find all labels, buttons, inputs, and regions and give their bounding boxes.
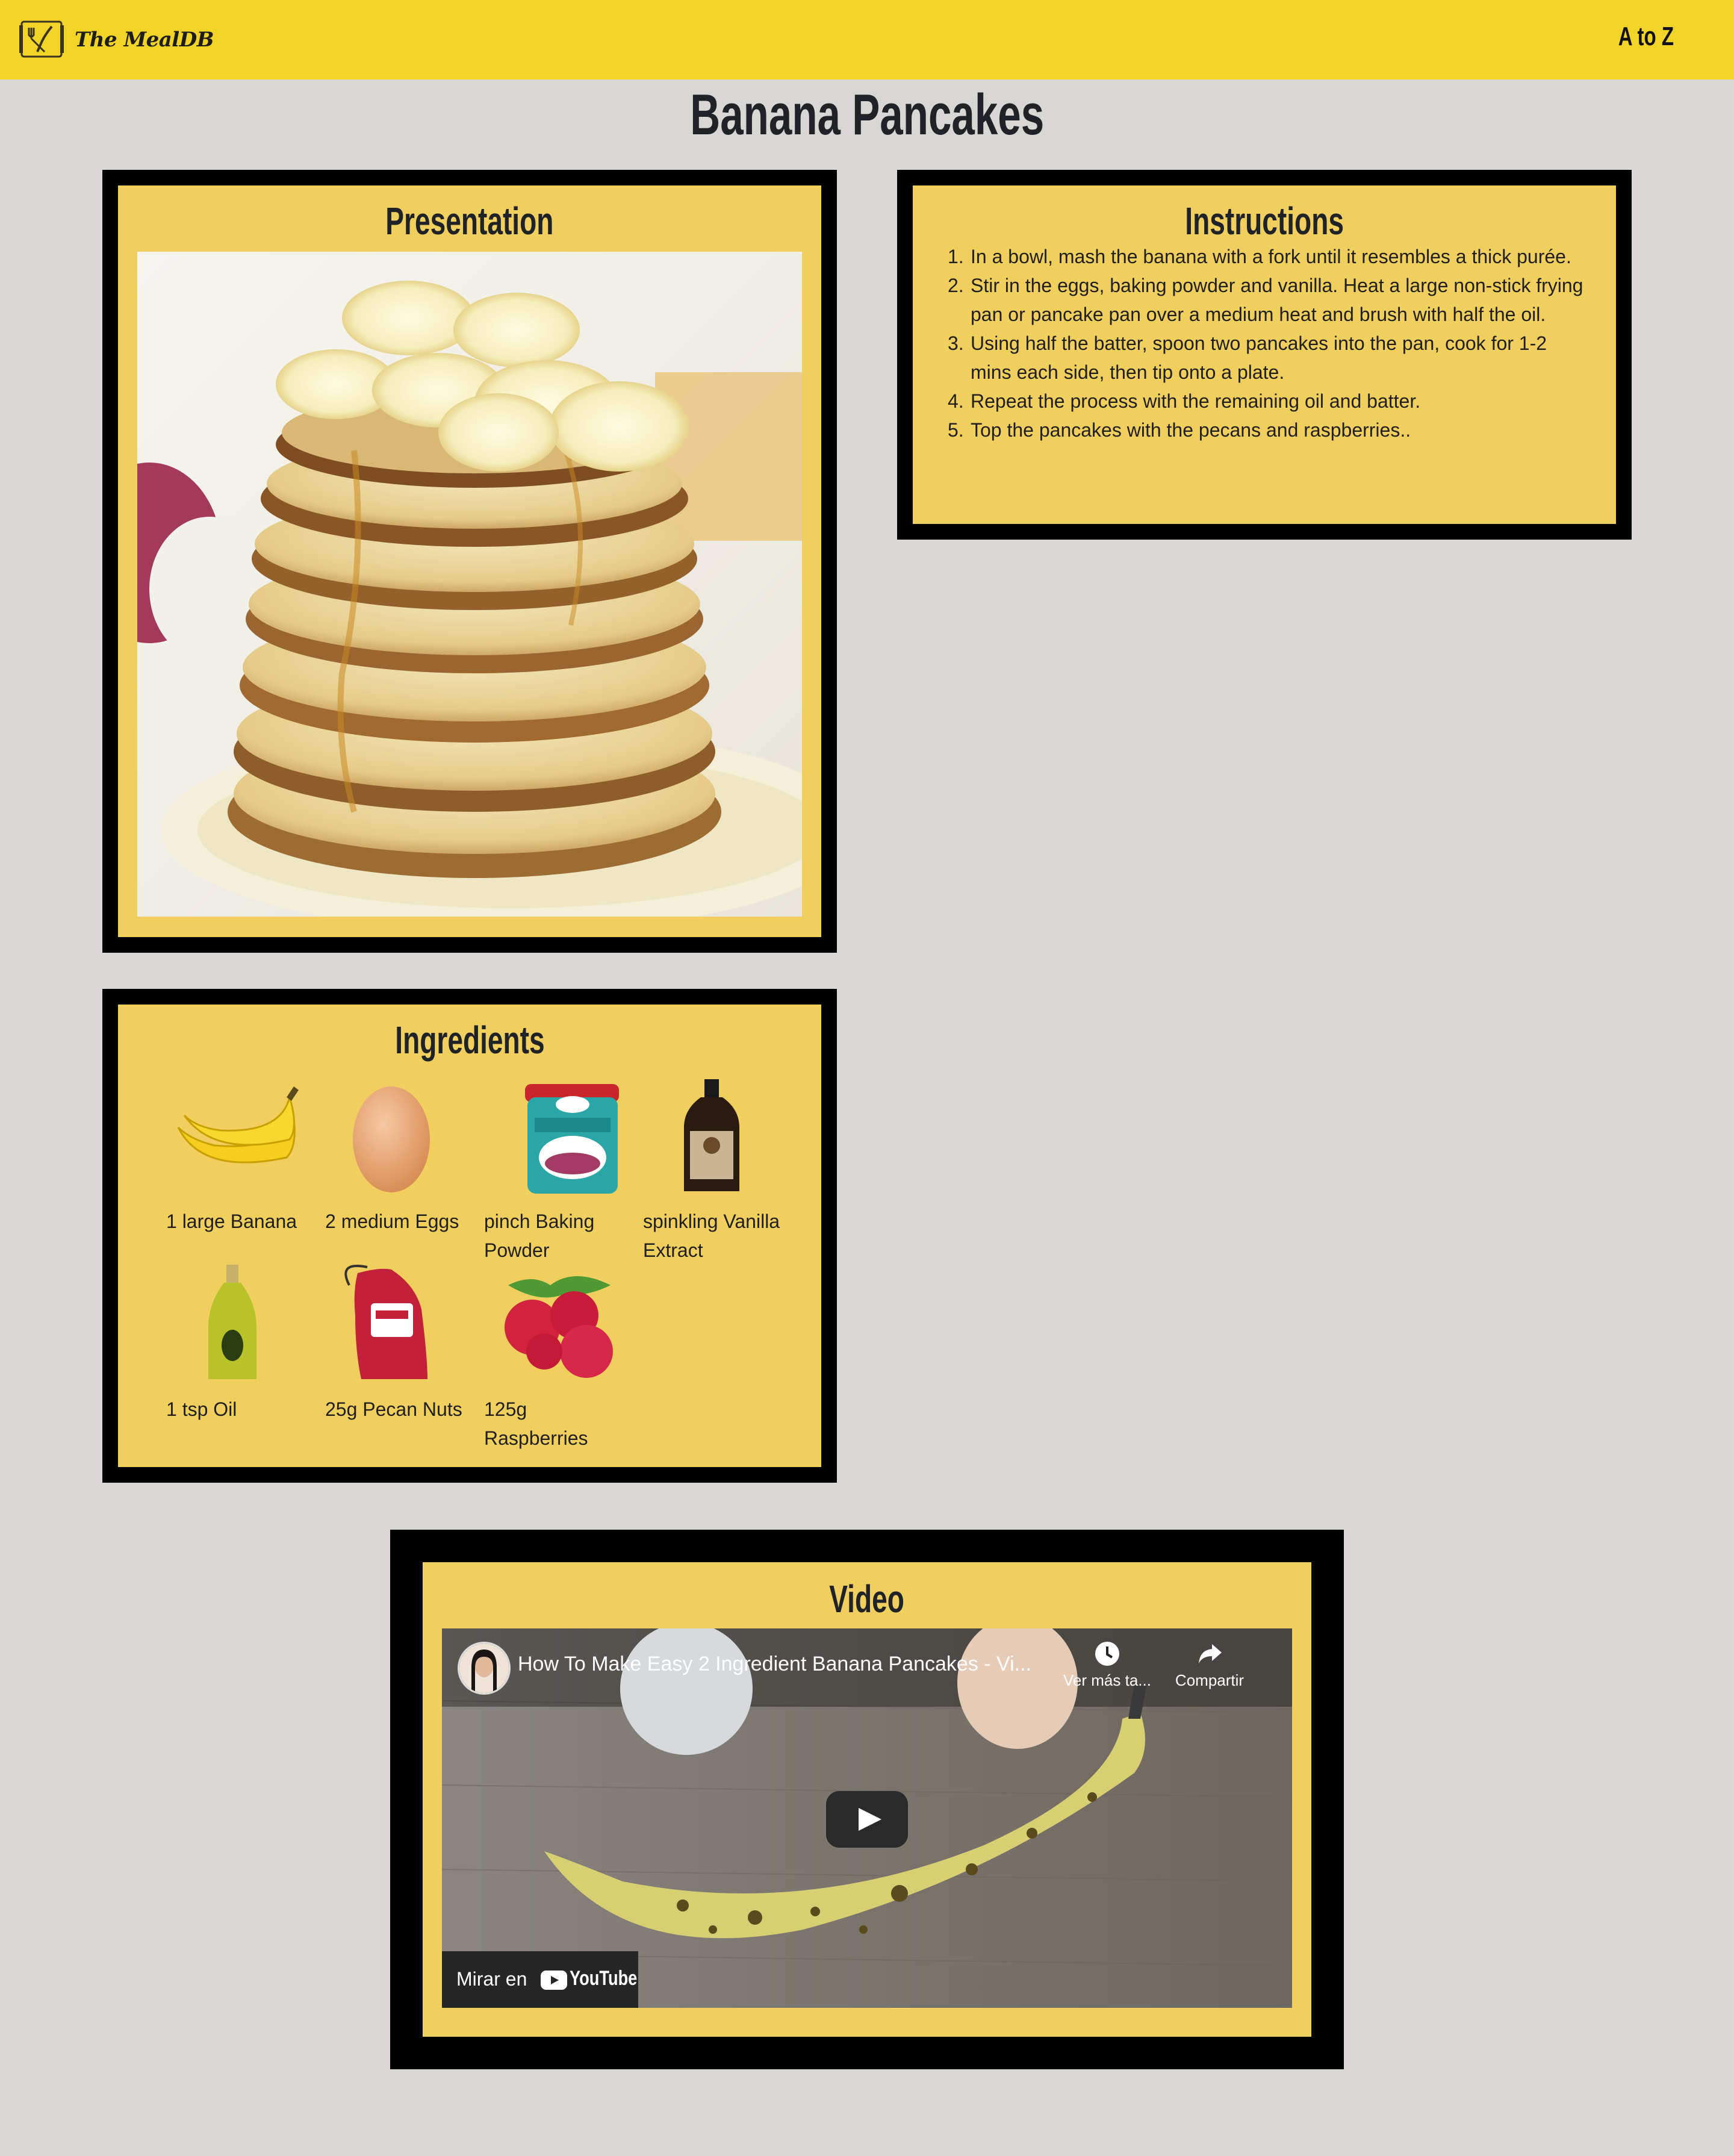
- ingredient-label: 125g Raspberries: [484, 1398, 588, 1449]
- step-number: 3.: [948, 332, 964, 354]
- youtube-embed[interactable]: How To Make Easy 2 Ingredient Banana Pan…: [442, 1628, 1292, 2008]
- logo-text[interactable]: The MealDB: [75, 28, 214, 52]
- ingredients-card-body: Ingredients 1 large Banana 2 medium Eggs: [118, 1005, 821, 1467]
- raspberries-icon: [484, 1261, 629, 1388]
- step-text: In a bowl, mash the banana with a fork u…: [971, 246, 1571, 267]
- youtube-wordmark: YouTube: [570, 1967, 638, 1990]
- oil-bottle-icon: [166, 1261, 311, 1388]
- step-number: 5.: [948, 419, 964, 441]
- instruction-step: 3. Using half the batter, spoon two panca…: [948, 329, 1586, 387]
- nav-a-to-z-link[interactable]: A to Z: [1618, 22, 1674, 52]
- dish-image: [137, 252, 802, 917]
- youtube-logo-icon: [541, 1971, 567, 1990]
- instructions-list: 1. In a bowl, mash the banana with a fork…: [948, 242, 1586, 444]
- clock-icon: [1095, 1642, 1119, 1666]
- ingredients-heading: Ingredients: [118, 1018, 821, 1062]
- step-number: 2.: [948, 275, 964, 296]
- instruction-step: 4. Repeat the process with the remaining …: [948, 387, 1586, 416]
- step-text: Repeat the process with the remaining oi…: [971, 390, 1421, 412]
- banana-icon: [166, 1073, 311, 1200]
- instructions-card: Instructions 1. In a bowl, mash the banan…: [897, 170, 1632, 540]
- video-card: Video How To Make Easy 2 Ingredient Bana…: [390, 1530, 1344, 2069]
- channel-avatar[interactable]: [458, 1642, 511, 1695]
- watch-later-button[interactable]: Ver más ta...: [1062, 1640, 1152, 1690]
- step-text: Using half the batter, spoon two pancake…: [971, 332, 1547, 383]
- share-label: Compartir: [1175, 1671, 1245, 1689]
- ingredient-label: 25g Pecan Nuts: [325, 1398, 462, 1420]
- share-button[interactable]: Compartir: [1164, 1640, 1255, 1690]
- page-title-text: Banana Pancakes: [690, 83, 1044, 147]
- video-card-body: Video How To Make Easy 2 Ingredient Bana…: [423, 1562, 1311, 2037]
- play-button[interactable]: [826, 1791, 908, 1848]
- step-number: 4.: [948, 390, 964, 412]
- video-heading-text: Video: [829, 1577, 905, 1621]
- video-title[interactable]: How To Make Easy 2 Ingredient Banana Pan…: [518, 1653, 1031, 1676]
- step-number: 1.: [948, 246, 964, 267]
- instruction-step: 5. Top the pancakes with the pecans and r…: [948, 416, 1586, 444]
- ingredients-heading-text: Ingredients: [394, 1018, 545, 1062]
- ingredient-label: 1 tsp Oil: [166, 1398, 237, 1420]
- instruction-step: 2. Stir in the eggs, baking powder and va…: [948, 271, 1586, 329]
- top-navbar: The MealDB A to Z: [0, 0, 1734, 79]
- instructions-card-body: Instructions 1. In a bowl, mash the banan…: [913, 185, 1616, 524]
- ingredient-label: 1 large Banana: [166, 1210, 297, 1232]
- share-icon: [1199, 1644, 1222, 1663]
- egg-icon: [325, 1073, 470, 1200]
- ingredient-label: 2 medium Eggs: [325, 1210, 459, 1232]
- watch-on-youtube-button[interactable]: Mirar en YouTube: [442, 1951, 638, 2008]
- play-icon: [859, 1808, 881, 1831]
- pecan-nuts-icon: [325, 1261, 470, 1388]
- step-text: Top the pancakes with the pecans and ras…: [971, 419, 1411, 441]
- ingredient-label: pinch Baking Powder: [484, 1210, 595, 1261]
- presentation-card-body: Presentation: [118, 185, 821, 937]
- video-heading: Video: [423, 1577, 1311, 1621]
- watch-later-label: Ver más ta...: [1063, 1671, 1151, 1689]
- presentation-card: Presentation: [102, 170, 837, 953]
- page-title: Banana Pancakes: [0, 82, 1734, 148]
- instructions-heading: Instructions: [913, 199, 1616, 243]
- presentation-heading: Presentation: [118, 199, 821, 243]
- ingredients-card: Ingredients 1 large Banana 2 medium Eggs: [102, 989, 837, 1483]
- baking-powder-icon: [484, 1073, 629, 1200]
- watch-on-label: Mirar en: [456, 1968, 527, 1990]
- vanilla-extract-icon: [643, 1073, 788, 1200]
- instructions-heading-text: Instructions: [1185, 199, 1344, 243]
- instruction-step: 1. In a bowl, mash the banana with a fork…: [948, 242, 1586, 271]
- step-text: Stir in the eggs, baking powder and vani…: [971, 275, 1583, 325]
- presentation-heading-text: Presentation: [385, 199, 554, 243]
- logo-icon[interactable]: [18, 18, 65, 60]
- ingredient-label: spinkling Vanilla Extract: [643, 1210, 780, 1261]
